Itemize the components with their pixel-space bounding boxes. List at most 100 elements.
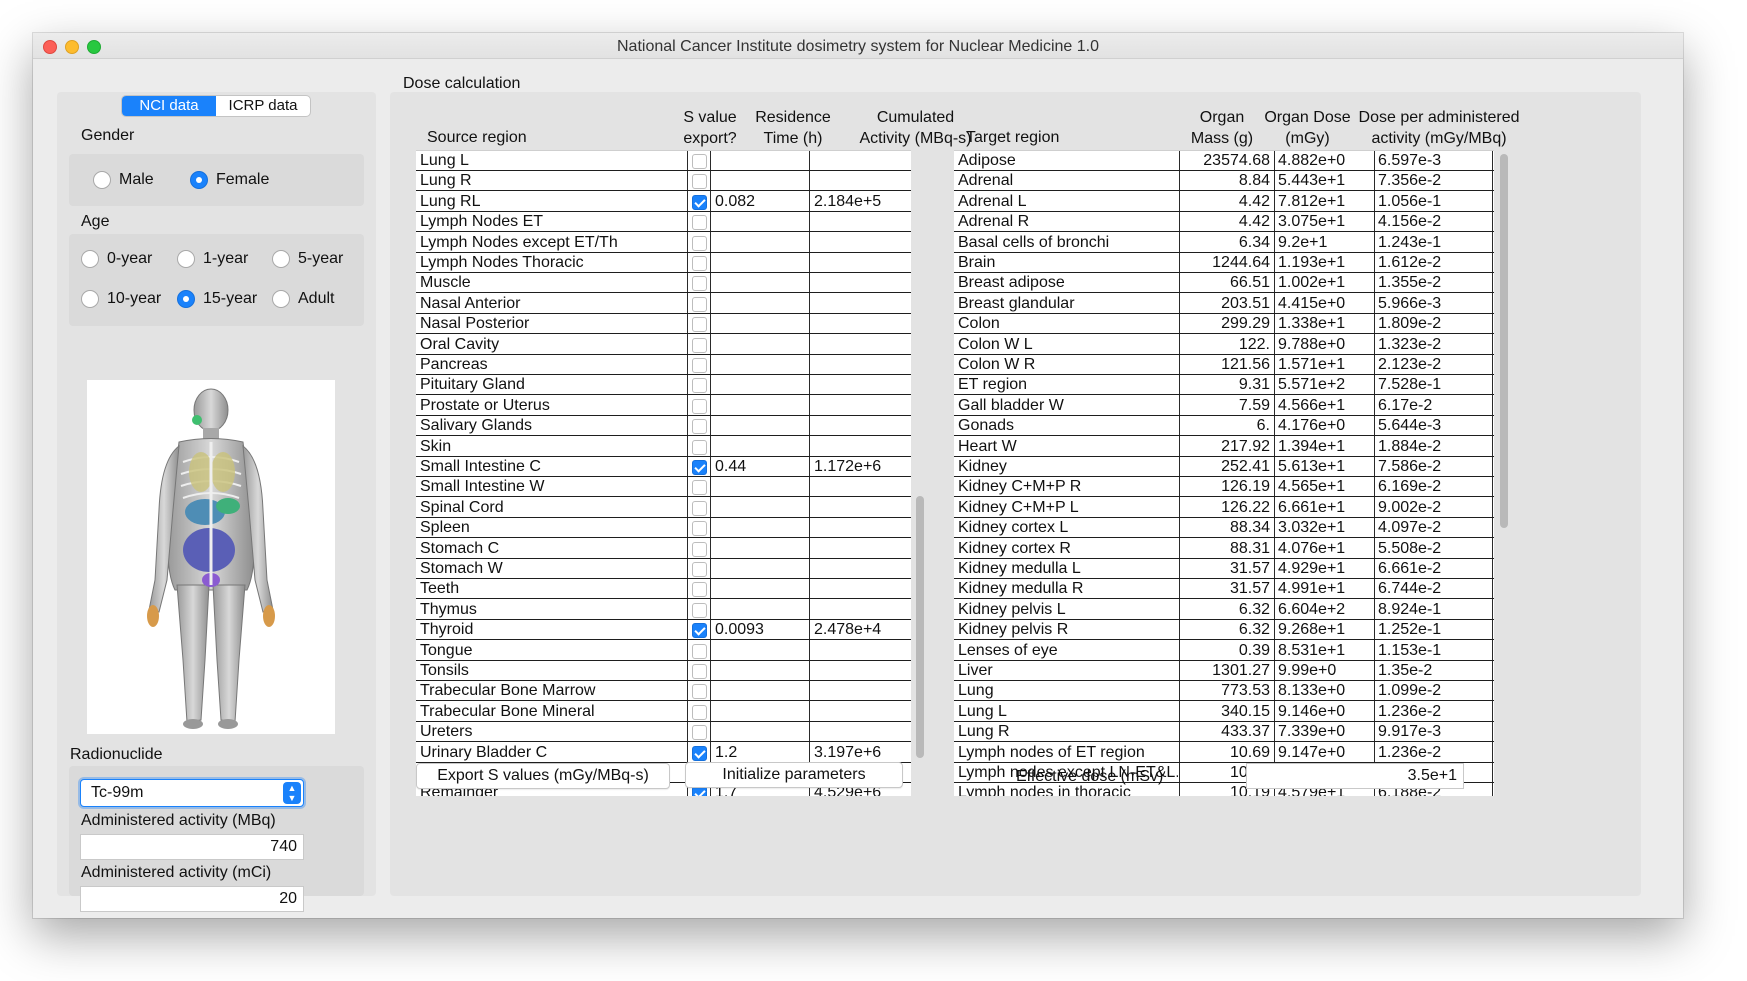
residence-time-value[interactable]: [715, 171, 807, 191]
table-row[interactable]: Kidney cortex R 88.31 4.076e+1 5.508e-2: [954, 539, 1494, 559]
s-value-export-checkbox[interactable]: [692, 317, 707, 333]
table-row[interactable]: Skin: [416, 437, 911, 457]
table-row[interactable]: Lung 773.53 8.133e+0 1.099e-2: [954, 681, 1494, 702]
table-row[interactable]: Adrenal L 4.42 7.812e+1 1.056e-1: [954, 192, 1494, 212]
table-row[interactable]: Thyroid 0.0093 2.478e+4: [416, 620, 911, 641]
age-15-year-radio[interactable]: 15-year: [177, 290, 257, 308]
target-region-table[interactable]: Adipose 23574.68 4.882e+0 6.597e-3 Adrenal 8.…: [954, 150, 1494, 796]
table-row[interactable]: Kidney medulla L 31.57 4.929e+1 6.661e-2: [954, 559, 1494, 579]
table-row[interactable]: Kidney C+M+P R 126.19 4.565e+1 6.169e-2: [954, 477, 1494, 498]
table-row[interactable]: Gall bladder W 7.59 4.566e+1 6.17e-2: [954, 396, 1494, 416]
table-row[interactable]: Stomach C: [416, 539, 911, 559]
residence-time-value[interactable]: [715, 233, 807, 253]
radionuclide-select[interactable]: Tc-99m ▲ ▼: [80, 779, 304, 807]
table-row[interactable]: Brain 1244.64 1.193e+1 1.612e-2: [954, 253, 1494, 273]
table-row[interactable]: Nasal Anterior: [416, 294, 911, 314]
residence-time-value[interactable]: [715, 702, 807, 722]
table-row[interactable]: Kidney C+M+P L 126.22 6.661e+1 9.002e-2: [954, 498, 1494, 518]
table-row[interactable]: Lymph nodes of ET region 10.69 9.147e+0 1.2…: [954, 743, 1494, 763]
residence-time-value[interactable]: [715, 518, 807, 538]
residence-time-value[interactable]: [715, 498, 807, 518]
residence-time-value[interactable]: [715, 212, 807, 232]
table-row[interactable]: Pituitary Gland: [416, 375, 911, 396]
table-row[interactable]: Small Intestine W: [416, 477, 911, 498]
table-row[interactable]: Lymph Nodes except ET/Th: [416, 233, 911, 253]
residence-time-value[interactable]: [715, 579, 807, 599]
source-region-table[interactable]: Lung L Lung R Lung RL 0.082 2.184e+5 Lymph No…: [416, 150, 911, 796]
s-value-export-checkbox[interactable]: [692, 684, 707, 700]
table-row[interactable]: Colon W L 122. 9.788e+0 1.323e-2: [954, 335, 1494, 355]
residence-time-value[interactable]: [715, 437, 807, 457]
residence-time-value[interactable]: [715, 600, 807, 620]
residence-time-value[interactable]: 1.2: [715, 743, 807, 763]
table-row[interactable]: Salivary Glands: [416, 416, 911, 437]
s-value-export-checkbox[interactable]: [692, 745, 707, 761]
s-value-export-checkbox[interactable]: [692, 256, 707, 271]
residence-time-value[interactable]: [715, 253, 807, 273]
s-value-export-checkbox[interactable]: [692, 460, 707, 475]
table-row[interactable]: Colon 299.29 1.338e+1 1.809e-2: [954, 314, 1494, 335]
s-value-export-checkbox[interactable]: [692, 704, 707, 720]
table-row[interactable]: Oral Cavity: [416, 335, 911, 355]
s-value-export-checkbox[interactable]: [692, 337, 707, 353]
table-row[interactable]: Colon W R 121.56 1.571e+1 2.123e-2: [954, 355, 1494, 375]
table-row[interactable]: Kidney medulla R 31.57 4.991e+1 6.744e-2: [954, 579, 1494, 600]
table-row[interactable]: Lenses of eye 0.39 8.531e+1 1.153e-1: [954, 641, 1494, 661]
s-value-export-checkbox[interactable]: [692, 439, 707, 455]
residence-time-value[interactable]: 0.0093: [715, 620, 807, 640]
s-value-export-checkbox[interactable]: [692, 623, 707, 639]
table-row[interactable]: Lymph Nodes Thoracic: [416, 253, 911, 273]
residence-time-value[interactable]: [715, 335, 807, 355]
s-value-export-checkbox[interactable]: [692, 664, 707, 679]
s-value-export-checkbox[interactable]: [692, 725, 707, 741]
residence-time-value[interactable]: [715, 396, 807, 416]
table-row[interactable]: Tonsils: [416, 661, 911, 681]
table-row[interactable]: Lung L: [416, 151, 911, 171]
residence-time-value[interactable]: [715, 559, 807, 579]
age-1-year-radio[interactable]: 1-year: [177, 250, 248, 268]
residence-time-value[interactable]: [715, 294, 807, 314]
table-row[interactable]: Ureters: [416, 722, 911, 743]
activity-mbq-input[interactable]: 740: [80, 834, 304, 860]
s-value-export-checkbox[interactable]: [692, 235, 707, 251]
target-table-scrollbar[interactable]: [1500, 154, 1508, 528]
table-row[interactable]: Spinal Cord: [416, 498, 911, 518]
table-row[interactable]: Tongue: [416, 641, 911, 661]
age-10-year-radio[interactable]: 10-year: [81, 290, 161, 308]
table-row[interactable]: Nasal Posterior: [416, 314, 911, 335]
residence-time-value[interactable]: [715, 375, 807, 395]
initialize-parameters-button[interactable]: Initialize parameters: [685, 762, 903, 788]
export-s-values-button[interactable]: Export S values (mGy/MBq-s): [416, 763, 670, 789]
s-value-export-checkbox[interactable]: [692, 378, 707, 394]
table-row[interactable]: Breast glandular 203.51 4.415e+0 5.966e-3: [954, 294, 1494, 314]
s-value-export-checkbox[interactable]: [692, 521, 707, 537]
s-value-export-checkbox[interactable]: [692, 276, 707, 292]
residence-time-value[interactable]: 0.082: [715, 192, 807, 212]
residence-time-value[interactable]: 0.44: [715, 457, 807, 477]
residence-time-value[interactable]: [715, 273, 807, 293]
table-row[interactable]: Kidney cortex L 88.34 3.032e+1 4.097e-2: [954, 518, 1494, 539]
s-value-export-checkbox[interactable]: [692, 582, 707, 598]
s-value-export-checkbox[interactable]: [692, 398, 707, 414]
table-row[interactable]: ET region 9.31 5.571e+2 7.528e-1: [954, 375, 1494, 396]
residence-time-value[interactable]: [715, 661, 807, 681]
s-value-export-checkbox[interactable]: [692, 643, 707, 659]
residence-time-value[interactable]: [715, 314, 807, 334]
tab-nci-data[interactable]: NCI data: [122, 96, 216, 116]
table-row[interactable]: Urinary Bladder C 1.2 3.197e+6: [416, 743, 911, 763]
residence-time-value[interactable]: [715, 416, 807, 436]
residence-time-value[interactable]: [715, 539, 807, 559]
residence-time-value[interactable]: [715, 681, 807, 701]
residence-time-value[interactable]: [715, 641, 807, 661]
table-row[interactable]: Adipose 23574.68 4.882e+0 6.597e-3: [954, 151, 1494, 171]
s-value-export-checkbox[interactable]: [692, 541, 707, 557]
s-value-export-checkbox[interactable]: [692, 154, 707, 169]
residence-time-value[interactable]: [715, 151, 807, 171]
table-row[interactable]: Adrenal 8.84 5.443e+1 7.356e-2: [954, 171, 1494, 192]
source-table-scrollbar[interactable]: [916, 496, 924, 758]
s-value-export-checkbox[interactable]: [692, 358, 707, 373]
table-row[interactable]: Pancreas: [416, 355, 911, 375]
s-value-export-checkbox[interactable]: [692, 562, 707, 577]
table-row[interactable]: Lung R: [416, 171, 911, 192]
table-row[interactable]: Lung L 340.15 9.146e+0 1.236e-2: [954, 702, 1494, 722]
